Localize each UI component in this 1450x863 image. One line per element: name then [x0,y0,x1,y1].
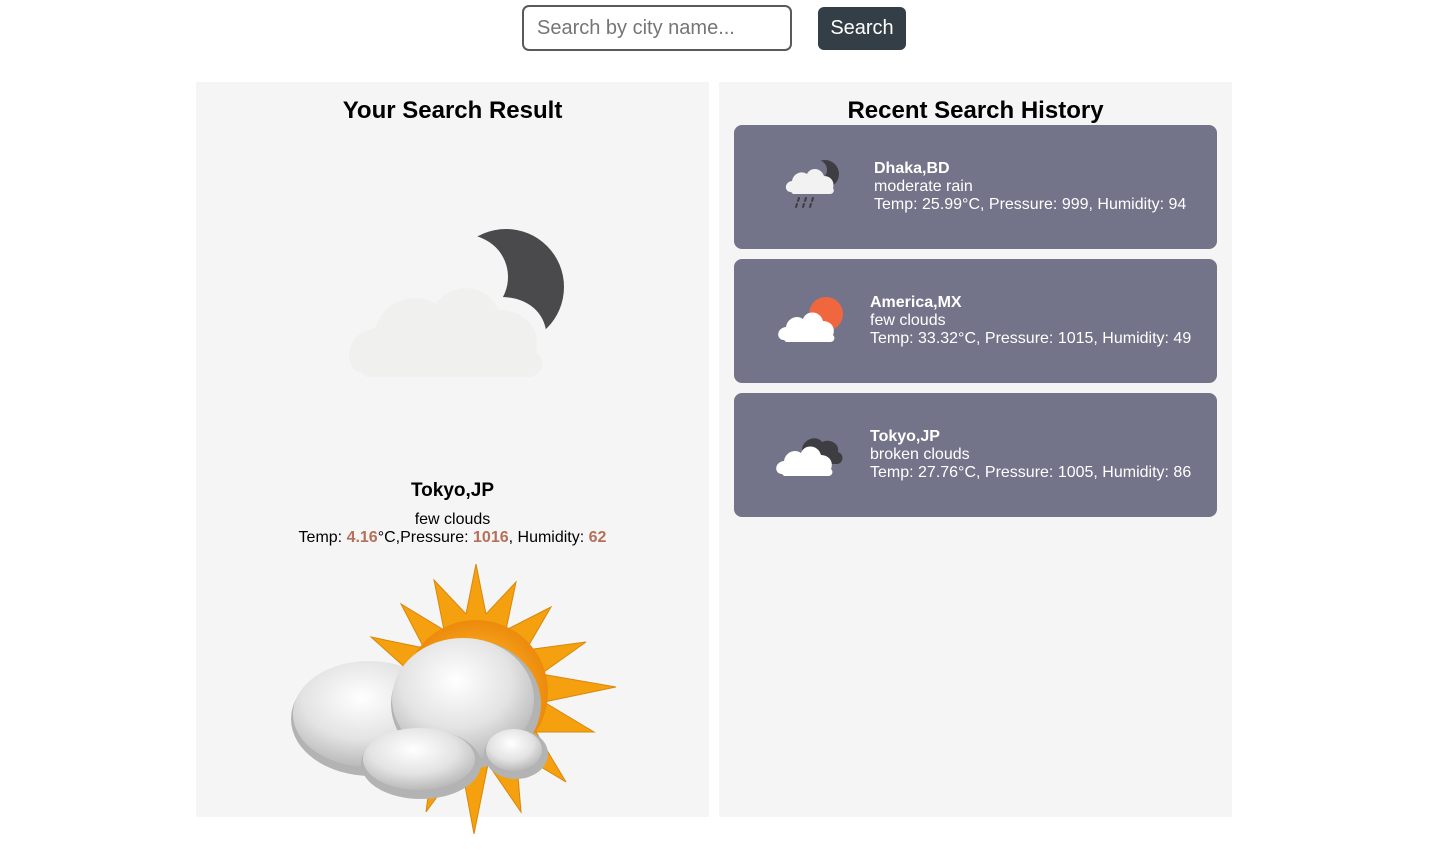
result-city: Tokyo,JP [410,480,495,501]
history-city: America,MX [870,294,962,311]
search-button[interactable]: Search [818,6,906,50]
temp-unit: °C, [377,529,401,546]
history-card-text: Tokyo,JP broken clouds Temp: 27.76°C, Pr… [870,428,1191,482]
history-description: moderate rain [874,178,973,195]
search-history-title: Recent Search History [847,97,1104,124]
pressure-label: Pressure: [400,529,474,546]
search-result-panel: Your Search Result Tokyo,JP few clouds T… [196,82,709,835]
night-few-clouds-icon [336,222,576,467]
history-city: Tokyo,JP [870,428,940,445]
night-rain-icon [779,152,849,227]
temp-label: Temp: [298,529,347,546]
humidity-value: 62 [588,529,607,546]
history-stats: Temp: 33.32°C, Pressure: 1015, Humidity:… [870,330,1192,347]
search-history-panel: Recent Search History Dhaka,BD moderate … [719,82,1232,817]
history-stats: Temp: 25.99°C, Pressure: 999, Humidity: … [874,196,1187,213]
history-card[interactable]: America,MX few clouds Temp: 33.32°C, Pre… [734,259,1217,383]
history-card-text: Dhaka,BD moderate rain Temp: 25.99°C, Pr… [874,160,1186,214]
history-stats: Temp: 27.76°C, Pressure: 1005, Humidity:… [870,464,1192,481]
day-few-clouds-icon [774,286,849,361]
history-card[interactable]: Dhaka,BD moderate rain Temp: 25.99°C, Pr… [734,125,1217,249]
broken-clouds-icon [772,420,847,495]
history-card-text: America,MX few clouds Temp: 33.32°C, Pre… [870,294,1191,348]
result-description: few clouds [414,511,491,528]
pressure-value: 1016 [473,529,509,546]
history-card[interactable]: Tokyo,JP broken clouds Temp: 27.76°C, Pr… [734,393,1217,517]
result-stats: Temp: 4.16°C,Pressure: 1016, Humidity: 6… [196,529,709,547]
history-description: few clouds [870,312,946,329]
search-result-title: Your Search Result [342,97,563,124]
search-bar: Search [522,5,906,51]
humidity-label: , Humidity: [508,529,589,546]
history-description: broken clouds [870,446,970,463]
search-input[interactable] [522,5,792,51]
sun-behind-clouds-illustration [291,563,617,839]
history-city: Dhaka,BD [874,160,950,177]
temp-value: 4.16 [346,529,378,546]
